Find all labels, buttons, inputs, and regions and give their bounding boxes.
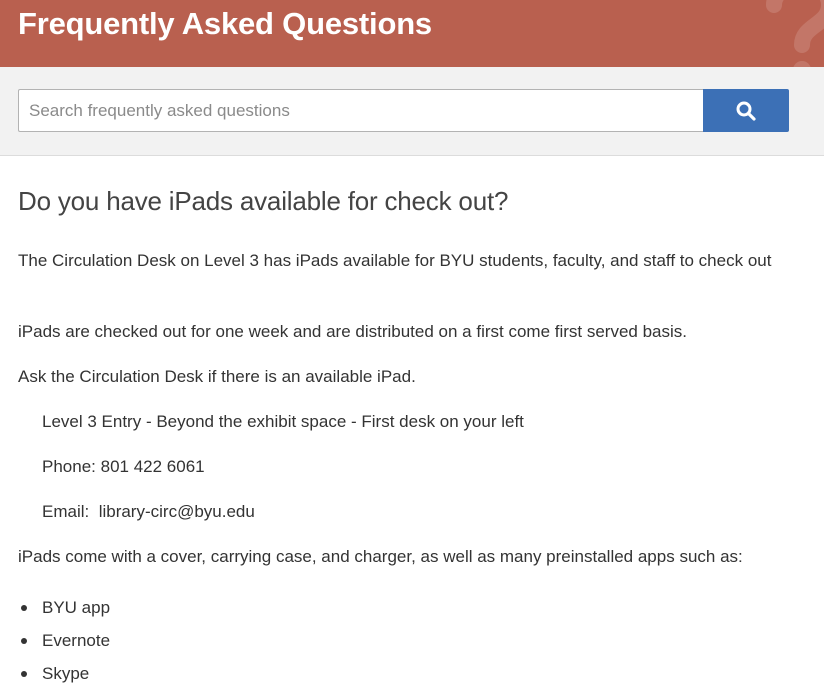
email-label: Email: xyxy=(42,502,90,521)
search-icon xyxy=(736,101,756,121)
paragraph-apps-intro: iPads come with a cover, carrying case, … xyxy=(18,547,743,566)
phone-number: 801 422 6061 xyxy=(100,457,205,476)
phone-label: Phone: xyxy=(42,457,96,476)
paragraph-ask-desk: Ask the Circulation Desk if there is an … xyxy=(18,367,416,386)
page-header: Frequently Asked Questions xyxy=(0,0,824,67)
list-item: Skype xyxy=(18,657,110,690)
bullet-icon xyxy=(21,638,27,644)
bullet-icon xyxy=(21,671,27,677)
contact-phone: Phone: 801 422 6061 xyxy=(42,454,205,480)
bullet-icon xyxy=(21,605,27,611)
list-item: Evernote xyxy=(18,624,110,657)
list-item: BYU app xyxy=(18,591,110,624)
paragraph-loan-period: iPads are checked out for one week and a… xyxy=(18,322,688,341)
email-link[interactable]: library-circ@byu.edu xyxy=(99,502,255,521)
search-input[interactable] xyxy=(18,89,703,132)
apps-list: BYU app Evernote Skype xyxy=(18,591,110,690)
search-button[interactable] xyxy=(703,89,789,132)
contact-email: Email: library-circ@byu.edu xyxy=(42,499,255,525)
paragraph-availability: The Circulation Desk on Level 3 has iPad… xyxy=(18,251,772,270)
question-heading: Do you have iPads available for check ou… xyxy=(18,186,509,216)
list-item-label: BYU app xyxy=(42,598,111,617)
contact-location: Level 3 Entry - Beyond the exhibit space… xyxy=(42,412,524,431)
page-title: Frequently Asked Questions xyxy=(18,6,432,41)
search-bar xyxy=(0,67,824,156)
question-mark-decoration-icon xyxy=(766,0,824,67)
list-item-label: Skype xyxy=(42,664,90,683)
list-item-label: Evernote xyxy=(42,631,111,650)
